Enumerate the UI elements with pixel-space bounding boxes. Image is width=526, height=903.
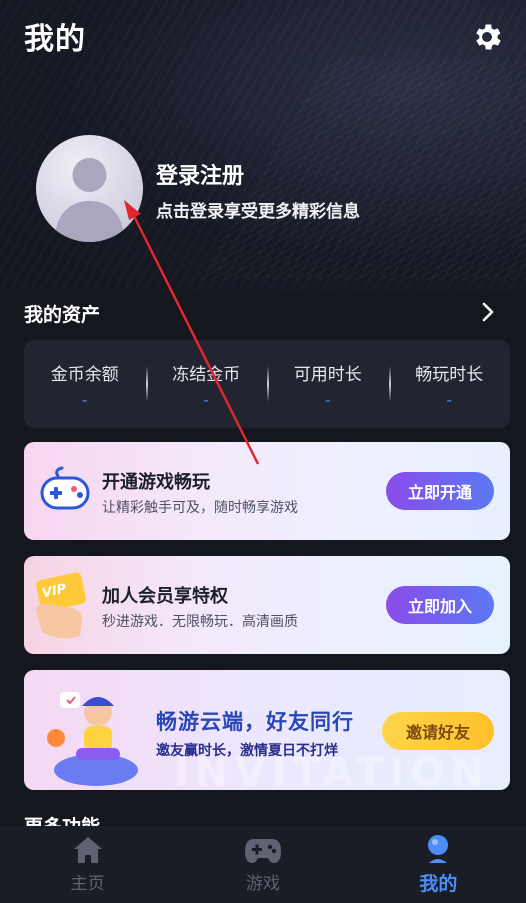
invite-illustration-icon: [47, 692, 138, 786]
join-now-button[interactable]: 立即加入: [386, 586, 494, 624]
tab-label: 主页: [70, 874, 105, 894]
promo-game-card[interactable]: 开通游戏畅玩 让精彩触手可及，随时畅享游戏 立即开通: [24, 442, 510, 540]
promo-subtitle: 邀友赢时长，激情夏日不打烊: [156, 743, 338, 759]
asset-value: -: [325, 390, 331, 409]
asset-frozen-coins[interactable]: 冻结金币 -: [145, 340, 268, 428]
page-title: 我的: [24, 22, 86, 57]
home-icon: [73, 837, 102, 863]
invite-friends-button[interactable]: 邀请好友: [382, 712, 494, 750]
settings-button[interactable]: [470, 20, 504, 54]
vip-card-icon: [36, 572, 86, 639]
asset-label: 冻结金币: [172, 364, 241, 385]
gamepad-icon: [244, 839, 281, 863]
assets-title: 我的资产: [24, 304, 101, 326]
tab-profile[interactable]: 我的: [351, 826, 526, 903]
chevron-right-icon: [482, 302, 494, 322]
profile-screen: 我的 登录注册 点击登录享受更多精彩信息 我的资产 金币余额 - 冻结金币 - …: [0, 0, 526, 903]
avatar[interactable]: [36, 135, 143, 242]
assets-card: 金币余额 - 冻结金币 - 可用时长 - 畅玩时长 -: [24, 340, 510, 428]
promo-title: 加人会员享特权: [102, 586, 228, 607]
tab-home[interactable]: 主页: [0, 826, 175, 903]
login-register-link[interactable]: 登录注册: [156, 158, 244, 190]
gear-icon: [476, 24, 501, 50]
promo-invite-card[interactable]: INVITATION 畅游云端，好友同行 邀友赢时长，激情夏日不打烊 邀请好友: [24, 670, 510, 790]
tab-games[interactable]: 游戏: [175, 826, 350, 903]
tab-label: 游戏: [245, 874, 280, 894]
asset-label: 可用时长: [293, 364, 362, 385]
promo-vip-card[interactable]: VIP 加人会员享特权 秒进游戏．无限畅玩．高清画质 立即加入: [24, 556, 510, 654]
promo-subtitle: 让精彩触手可及，随时畅享游戏: [102, 500, 298, 516]
gamepad-icon: [40, 466, 90, 510]
bottom-tab-bar: 主页 游戏 我的: [0, 826, 526, 903]
default-avatar-icon: [54, 158, 125, 242]
asset-play-time[interactable]: 畅玩时长 -: [388, 340, 511, 428]
tab-label: 我的: [419, 873, 458, 895]
asset-label: 畅玩时长: [415, 364, 484, 385]
promo-title: 开通游戏畅玩: [102, 472, 210, 493]
asset-available-time[interactable]: 可用时长 -: [267, 340, 389, 428]
asset-coin-balance[interactable]: 金币余额 -: [24, 340, 146, 428]
activate-now-button[interactable]: 立即开通: [386, 472, 494, 510]
assets-more-button[interactable]: [476, 300, 500, 324]
asset-label: 金币余额: [50, 364, 119, 385]
asset-value: -: [203, 390, 209, 409]
promo-title: 畅游云端，好友同行: [156, 710, 354, 734]
profile-icon: [428, 835, 449, 863]
asset-value: -: [446, 390, 452, 409]
login-subtitle: 点击登录享受更多精彩信息: [156, 202, 360, 222]
promo-subtitle: 秒进游戏．无限畅玩．高清画质: [102, 614, 298, 630]
asset-value: -: [82, 390, 88, 409]
